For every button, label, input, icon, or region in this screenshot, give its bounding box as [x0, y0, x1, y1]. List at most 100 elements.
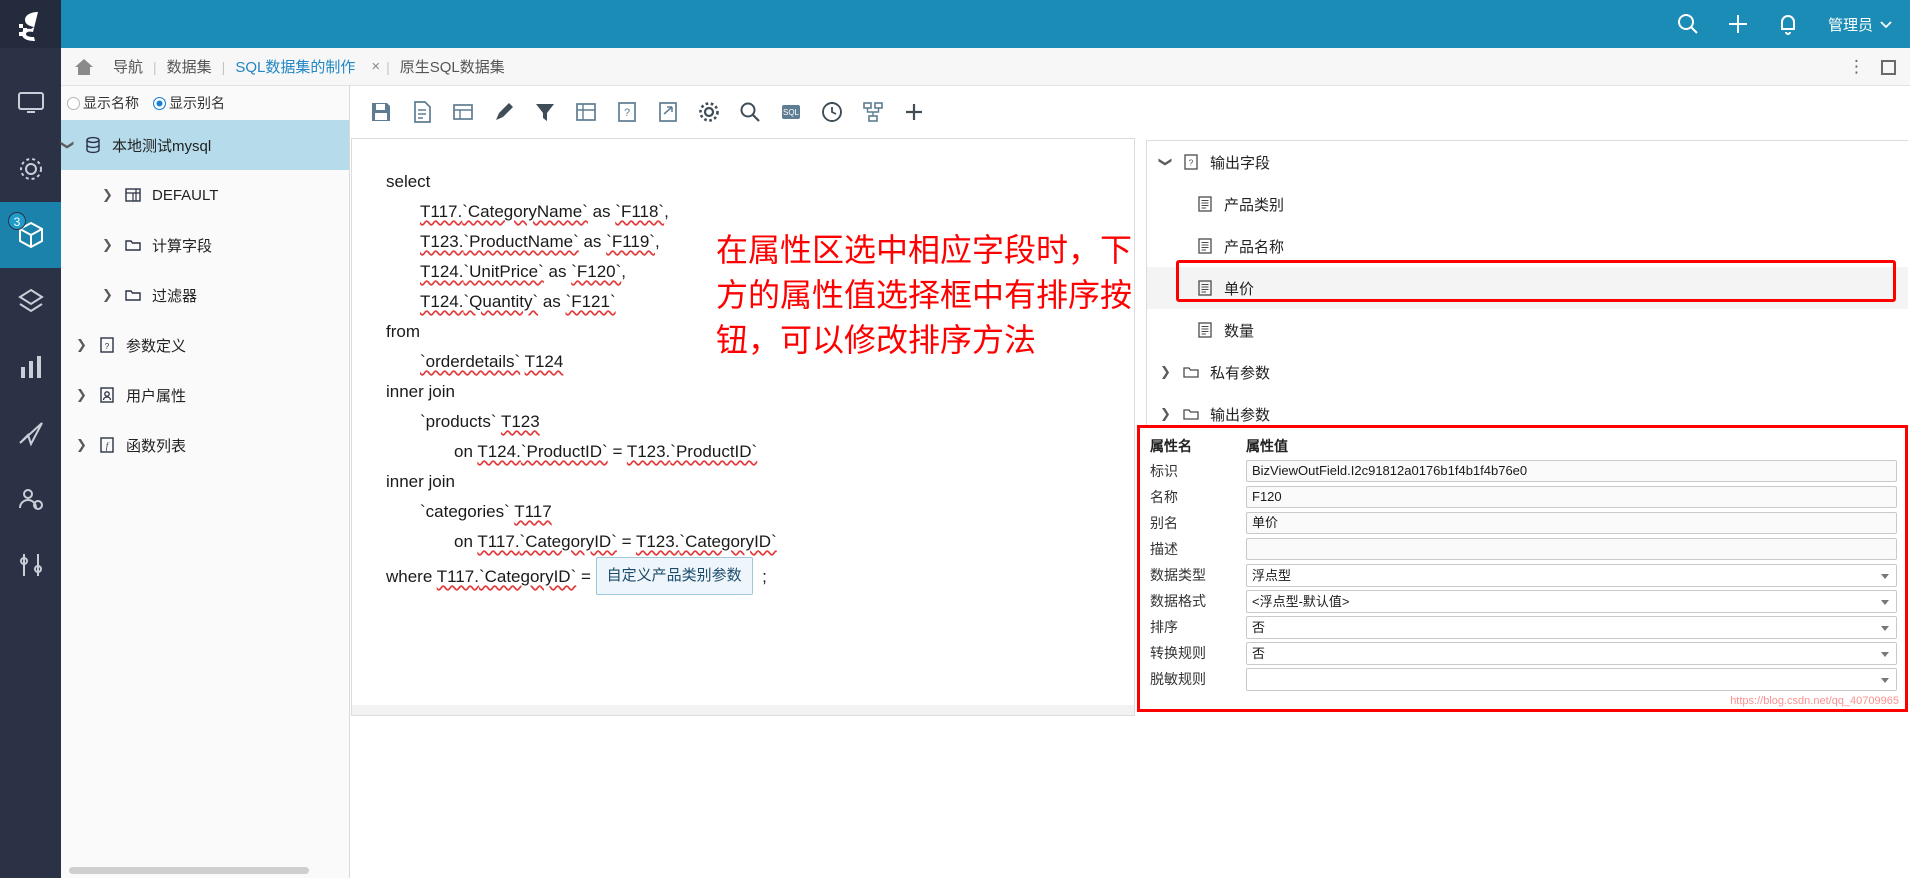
editor-horizontal-scrollbar[interactable]	[352, 705, 1134, 715]
filter-icon[interactable]	[526, 93, 564, 131]
chevron-right-icon[interactable]: ❯	[75, 387, 88, 403]
sql-icon[interactable]: SQL	[772, 93, 810, 131]
chevron-down-icon[interactable]: ❯	[60, 139, 76, 152]
more-options-icon[interactable]: ⋮	[1848, 57, 1865, 77]
tree-node-calculated-fields[interactable]: ❯ 计算字段	[61, 220, 349, 270]
tree-node-user-attributes[interactable]: ❯ 用户属性	[61, 370, 349, 420]
rail-item-publish[interactable]	[0, 400, 61, 466]
home-icon[interactable]	[73, 57, 95, 77]
export-icon[interactable]	[649, 93, 687, 131]
tools-icon	[17, 551, 45, 579]
output-node-private-params[interactable]: ❯ 私有参数	[1147, 351, 1908, 393]
sql-line: `categories` T117	[386, 497, 1134, 527]
rail-item-settings[interactable]	[0, 136, 61, 202]
radio-indicator	[67, 96, 80, 110]
rail-item-tools[interactable]	[0, 532, 61, 598]
user-menu[interactable]: 管理员	[1828, 14, 1892, 35]
breadcrumb-item-3[interactable]: 原生SQL数据集	[390, 56, 515, 77]
output-node-output-fields[interactable]: ❯ ? 输出字段	[1147, 141, 1908, 183]
sql-token: `F120`	[571, 262, 622, 281]
sql-token: =	[607, 442, 627, 461]
grid-icon[interactable]	[567, 93, 605, 131]
rail-badge-count: 3	[8, 212, 26, 230]
send-plane-icon	[17, 419, 45, 447]
close-icon[interactable]: ×	[365, 58, 386, 75]
search-icon[interactable]	[1676, 12, 1700, 36]
chevron-right-icon[interactable]: ❯	[101, 237, 114, 253]
sql-token: T123.	[626, 442, 671, 461]
radio-show-alias[interactable]: 显示别名	[153, 93, 225, 113]
breadcrumb-item-0[interactable]: 导航	[103, 56, 153, 77]
save-as-icon[interactable]	[403, 93, 441, 131]
property-input[interactable]: 单价	[1246, 512, 1897, 534]
property-select[interactable]: <浮点型-默认值>	[1246, 589, 1897, 613]
bell-icon[interactable]	[1776, 12, 1800, 36]
output-node-quantity[interactable]: 数量	[1147, 309, 1908, 351]
tree-node-local-mysql[interactable]: ❯ 本地测试mysql	[61, 120, 349, 170]
tree-node-parameter-definition[interactable]: ❯ ? 参数定义	[61, 320, 349, 370]
property-value-cell: F120	[1246, 486, 1897, 508]
breadcrumb-actions: ⋮	[1848, 48, 1896, 86]
chevron-right-icon[interactable]: ❯	[75, 337, 88, 353]
rail-item-list: 3	[0, 48, 61, 598]
sql-line: `orderdetails` T124	[386, 347, 1134, 377]
gear-icon[interactable]	[690, 93, 728, 131]
radio-indicator-selected	[153, 96, 166, 110]
output-node-product-category[interactable]: 产品类别	[1147, 183, 1908, 225]
chevron-right-icon[interactable]: ❯	[1159, 406, 1172, 422]
property-input[interactable]: BizViewOutField.I2c91812a0176b1f4b1f4b76…	[1246, 460, 1897, 482]
sql-token: T117.	[436, 567, 479, 586]
user-attr-icon	[97, 386, 117, 404]
plus-icon[interactable]	[1726, 12, 1750, 36]
breadcrumb-item-2[interactable]: SQL数据集的制作	[225, 56, 365, 77]
rail-item-layers[interactable]	[0, 268, 61, 334]
radio-show-name[interactable]: 显示名称	[67, 93, 139, 113]
param-icon: ?	[97, 336, 117, 354]
sql-line: `products` T123	[386, 407, 1134, 437]
sql-editor[interactable]: select T117.`CategoryName` as `F118`, T123…	[351, 138, 1135, 716]
output-node-label: 产品名称	[1224, 238, 1285, 256]
property-input[interactable]	[1246, 538, 1897, 560]
tree-node-filters[interactable]: ❯ 过滤器	[61, 270, 349, 320]
param-question-icon[interactable]: ?	[608, 93, 646, 131]
breadcrumb-item-1[interactable]: 数据集	[157, 56, 222, 77]
sidebar-horizontal-scrollbar[interactable]	[69, 867, 309, 874]
tree-node-function-list[interactable]: ❯ f 函数列表	[61, 420, 349, 470]
rail-item-dataset[interactable]: 3	[0, 202, 61, 268]
search-icon[interactable]	[731, 93, 769, 131]
sql-token: as	[538, 292, 566, 311]
property-select[interactable]: 浮点型	[1246, 563, 1897, 587]
settings-gear-icon	[17, 155, 45, 183]
radio-show-name-label: 显示名称	[83, 95, 139, 111]
rail-item-user-settings[interactable]	[0, 466, 61, 532]
clock-icon[interactable]	[813, 93, 851, 131]
plus-icon[interactable]	[895, 93, 933, 131]
property-select[interactable]: 否	[1246, 615, 1897, 639]
app-logo[interactable]	[0, 0, 61, 48]
property-name: 标识	[1150, 463, 1178, 479]
rail-item-charts[interactable]	[0, 334, 61, 400]
rail-item-monitor[interactable]	[0, 70, 61, 136]
monitor-icon	[17, 89, 45, 117]
folder-icon	[1181, 363, 1201, 381]
output-node-product-name[interactable]: 产品名称	[1147, 225, 1908, 267]
chevron-down-icon[interactable]: ❯	[1158, 156, 1174, 169]
tree-node-default[interactable]: ❯ DEFAULT	[61, 170, 349, 220]
brush-icon[interactable]	[485, 93, 523, 131]
output-node-unit-price[interactable]: 单价	[1147, 267, 1908, 309]
chevron-right-icon[interactable]: ❯	[75, 437, 88, 453]
table-view-icon[interactable]	[444, 93, 482, 131]
chevron-right-icon[interactable]: ❯	[101, 187, 114, 203]
relation-icon[interactable]	[854, 93, 892, 131]
field-icon	[1195, 279, 1215, 297]
property-select[interactable]: 否	[1246, 641, 1897, 665]
save-icon[interactable]	[362, 93, 400, 131]
maximize-icon[interactable]	[1881, 59, 1896, 75]
chevron-right-icon[interactable]: ❯	[1159, 364, 1172, 380]
property-select[interactable]	[1246, 667, 1897, 691]
sql-code-text[interactable]: select T117.`CategoryName` as `F118`, T123…	[352, 139, 1134, 595]
chevron-right-icon[interactable]: ❯	[101, 287, 114, 303]
property-input[interactable]: F120	[1246, 486, 1897, 508]
sql-parameter-chip[interactable]: 自定义产品类别参数	[595, 557, 753, 595]
output-node-label: 输出参数	[1210, 406, 1271, 424]
